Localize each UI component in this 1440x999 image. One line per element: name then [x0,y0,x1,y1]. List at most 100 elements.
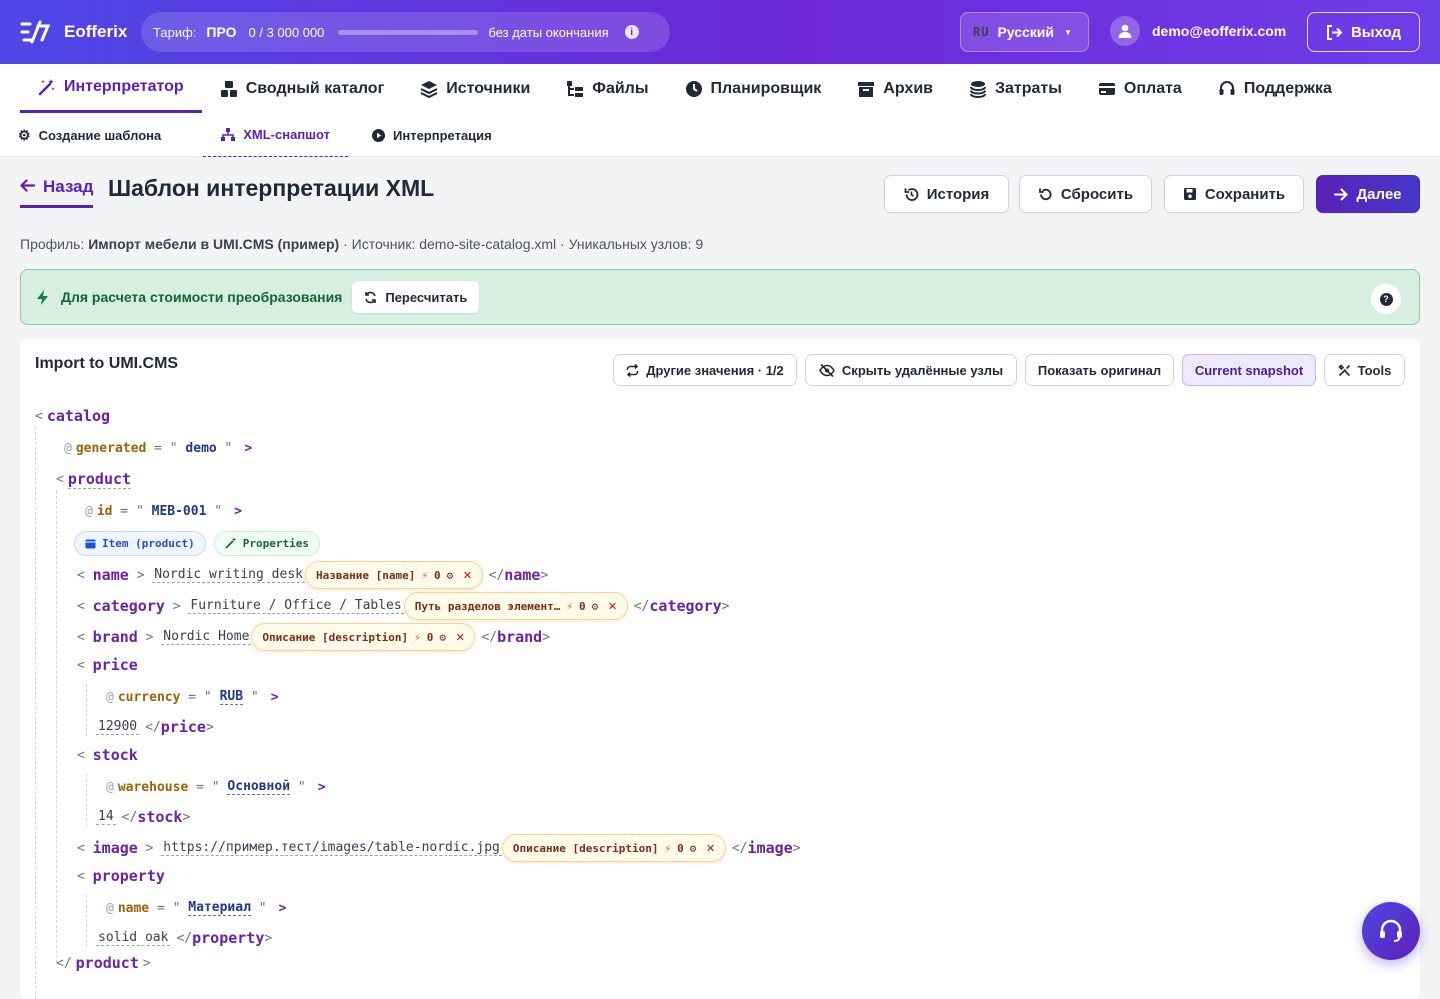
xml-node-value[interactable]: Nordic writing desk [152,567,305,583]
gear-icon[interactable]: ⚙ [439,631,446,644]
nav-item-scheduler[interactable]: Планировщик [667,64,840,113]
tab-template-creation[interactable]: ⚙ Создание шаблона [18,113,185,157]
xml-attr-value[interactable]: Материал [188,900,251,916]
item-badge[interactable]: Item (product) [74,530,206,556]
mapping-label: Название [name] [315,568,416,582]
info-icon[interactable]: i [624,25,639,39]
language-select[interactable]: RU Русский ▼ [960,12,1089,52]
mapping-label: Описание [description] [512,841,659,855]
mapping-chip[interactable]: Название [name] ⚡ 0 ⚙ ✕ [304,561,483,589]
xml-node-value[interactable]: 12900 [96,719,140,735]
xml-value-line: solid oak </ property > [96,927,272,949]
xml-punct: </ [481,629,498,645]
refresh-icon [365,291,377,303]
xml-tag-close: product [75,954,139,972]
gear-icon[interactable]: ⚙ [592,600,599,613]
xml-attr-value[interactable]: Основной [227,779,291,795]
arrow-right-icon [1334,188,1349,200]
back-link[interactable]: Назад [19,177,94,208]
hide-deleted-nodes-button[interactable]: Скрыть удалённые узлы [805,354,1017,386]
nav-label: Оплата [1123,79,1182,97]
nav-item-catalog[interactable]: Сводный каталог [202,64,403,113]
other-values-button[interactable]: Другие значения · 1/2 [613,354,797,386]
user-menu[interactable]: demo@eofferix.com [1110,16,1286,46]
nav-item-interpreter[interactable]: Интерпретатор [20,64,202,113]
mapping-chip[interactable]: Путь разделов элемент… ⚡ 0 ⚙ ✕ [403,592,628,620]
attribute-icon: @ [106,900,114,916]
play-icon [372,128,385,142]
xml-attribute[interactable]: @ generated = " demo " > [64,437,252,459]
tab-xml-snapshot[interactable]: XML-снапшот [203,113,348,157]
history-button[interactable]: История [884,175,1009,213]
mapping-chip[interactable]: Описание [description] ⚡ 0 ⚙ ✕ [251,623,476,651]
xml-node-name[interactable]: < name > Nordic writing desk Название [n… [77,561,548,589]
close-icon[interactable]: ✕ [608,598,616,614]
mapping-label: Описание [description] [262,630,409,644]
reset-button[interactable]: Сбросить [1019,175,1152,213]
xml-punct: </ [145,719,161,735]
language-code: RU [973,25,990,39]
xml-tag-name: name [92,566,129,584]
nav-item-payment[interactable]: Оплата [1080,64,1200,113]
tools-button[interactable]: Tools [1324,354,1405,386]
close-icon[interactable]: ✕ [706,840,714,856]
current-snapshot-button[interactable]: Current snapshot [1182,354,1316,386]
notice-text: Для расчета стоимости преобразования [61,289,343,305]
mapping-count: 0 [433,568,441,582]
nav-item-sources[interactable]: Источники [402,64,548,113]
mapping-chip[interactable]: Описание [description] ⚡ 0 ⚙ ✕ [501,834,726,862]
xml-node-value[interactable]: Furniture / Office / Tables [188,598,404,614]
properties-badge[interactable]: Properties [213,530,320,556]
xml-node-category[interactable]: < category > Furniture / Office / Tables… [77,592,729,620]
nav-item-support[interactable]: Поддержка [1200,64,1350,113]
xml-node-property[interactable]: < property [77,865,165,887]
app-name: Eofferix [64,22,128,41]
xml-punct: < [77,868,93,884]
user-email: demo@eofferix.com [1152,23,1287,39]
xml-node-image[interactable]: < image > https://пример.тест/images/tab… [77,834,801,862]
sitemap-icon [221,128,236,141]
show-original-button[interactable]: Показать оригинал [1025,354,1174,386]
xml-node-value[interactable]: 14 [96,809,116,825]
close-icon[interactable]: ✕ [456,629,464,645]
xml-attribute[interactable]: @ warehouse = " Основной " > [106,776,326,798]
xml-punct: > [205,719,214,735]
credit-card-icon [1098,82,1115,95]
xml-attr-value[interactable]: RUB [219,689,244,705]
support-chat-button[interactable] [1362,902,1420,960]
properties-badge-label: Properties [242,536,309,550]
current-snapshot-label: Current snapshot [1194,362,1304,378]
recalculate-button[interactable]: Пересчитать [352,281,480,313]
xml-tag-name: product [67,469,132,489]
gear-icon[interactable]: ⚙ [690,842,697,855]
tools-label: Tools [1357,362,1392,378]
xml-node-catalog[interactable]: < catalog [35,405,110,427]
xml-node-stock[interactable]: < stock [77,744,138,766]
help-button[interactable]: ? [1371,284,1401,314]
xml-attribute[interactable]: @ currency = " RUB " > [106,686,279,708]
app-logo[interactable]: Eofferix [20,18,127,46]
xml-attribute[interactable]: @ id = " MEB-001 " > [85,500,242,522]
xml-node-value[interactable]: https://пример.тест/images/table-nordic.… [161,840,502,856]
xml-attribute[interactable]: @ name = " Материал " > [106,897,286,919]
tariff-expiry: без даты окончания [488,24,609,40]
xml-node-brand[interactable]: < brand > Nordic Home Описание [descript… [77,623,550,651]
logout-button[interactable]: Выход [1307,12,1420,52]
nav-item-costs[interactable]: Затраты [951,64,1080,113]
xml-node-product[interactable]: < product [56,468,132,490]
xml-node-price[interactable]: < price [77,654,138,676]
nav-item-files[interactable]: Файлы [548,64,666,113]
tab-interpretation[interactable]: Интерпретация [372,113,516,157]
close-icon[interactable]: ✕ [463,567,471,583]
xml-punct: < [77,567,93,583]
bolt-icon: ⚡ [421,568,428,582]
xml-node-value[interactable]: Nordic Home [161,629,252,645]
xml-attr-value: MEB-001 [151,503,207,519]
nav-item-archive[interactable]: Архив [839,64,951,113]
save-button[interactable]: Сохранить [1164,175,1304,213]
show-original-label: Показать оригинал [1037,362,1162,378]
xml-node-value[interactable]: solid oak [96,930,171,946]
mapping-count: 0 [426,630,434,644]
gear-icon[interactable]: ⚙ [447,569,454,582]
next-button[interactable]: Далее [1316,175,1420,213]
